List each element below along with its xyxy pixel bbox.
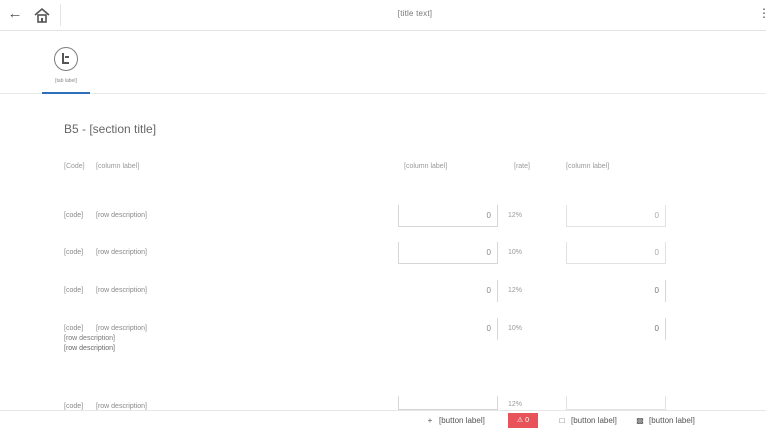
amount-input[interactable]: 0 [398, 205, 498, 227]
amount-input[interactable]: 0 [398, 318, 498, 340]
amount-input[interactable] [398, 396, 498, 410]
row-description-last: [row description] [64, 345, 115, 352]
header-rate: [rate] [514, 163, 530, 170]
row-description: [row description] [96, 287, 147, 294]
header-amount: [column label] [404, 163, 448, 170]
row-rate: 10% [508, 325, 523, 332]
tab-active-indicator [42, 92, 90, 94]
footer-toolbar: + [button label] ⚠ 0 □ [button label] ▩ [bu… [0, 410, 766, 430]
amount-input[interactable]: 0 [398, 242, 498, 264]
check-button-label: [button label] [571, 416, 617, 425]
row-rate: 12% [508, 212, 523, 219]
header-description: [column label] [96, 163, 140, 170]
row-description-extra: [row description] [64, 335, 115, 342]
row-code: [code] [64, 249, 84, 256]
result-field: 0 [566, 318, 666, 340]
check-button[interactable]: □ [button label] [556, 414, 617, 427]
result-field: 0 [566, 280, 666, 302]
save-button[interactable]: ▩ [button label] [634, 414, 695, 427]
amount-input[interactable]: 0 [398, 280, 498, 302]
topbar-divider [60, 4, 61, 26]
save-icon: ▩ [636, 416, 644, 425]
row-rate: 10% [508, 249, 523, 256]
header-code: [Code] [64, 163, 85, 170]
result-field: 0 [566, 205, 666, 227]
top-bar: ← [title text] ⋮ [0, 0, 766, 31]
error-badge[interactable]: ⚠ 0 [508, 413, 538, 428]
row-rate: 12% [508, 401, 523, 408]
alert-icon: ⚠ [516, 417, 524, 424]
home-icon[interactable] [33, 6, 51, 24]
row-code: [code] [64, 403, 84, 410]
row-code: [code] [64, 212, 84, 219]
tab-bar: [tab label] [0, 31, 766, 94]
row-description: [row description] [96, 325, 147, 332]
tab-document[interactable]: [tab label] [42, 31, 90, 94]
row-code: [code] [64, 287, 84, 294]
back-arrow-icon[interactable]: ← [6, 5, 24, 23]
section-title: B5 - [section title] [64, 122, 157, 136]
add-button[interactable]: + [button label] [424, 414, 485, 427]
more-vertical-icon[interactable]: ⋮ [758, 6, 766, 20]
check-document-icon: □ [559, 416, 565, 425]
row-description: [row description] [96, 249, 147, 256]
result-field [566, 396, 666, 410]
plus-icon: + [427, 416, 433, 425]
row-code: [code] [64, 325, 84, 332]
error-count: 0 [525, 417, 530, 424]
tab-label: [tab label] [55, 78, 77, 84]
document-icon [54, 47, 78, 71]
save-button-label: [button label] [649, 416, 695, 425]
result-field: 0 [566, 242, 666, 264]
header-result: [column label] [566, 163, 610, 170]
add-button-label: [button label] [439, 416, 485, 425]
row-rate: 12% [508, 287, 523, 294]
app-title: [title text] [397, 9, 433, 18]
row-description: [row description] [96, 212, 147, 219]
